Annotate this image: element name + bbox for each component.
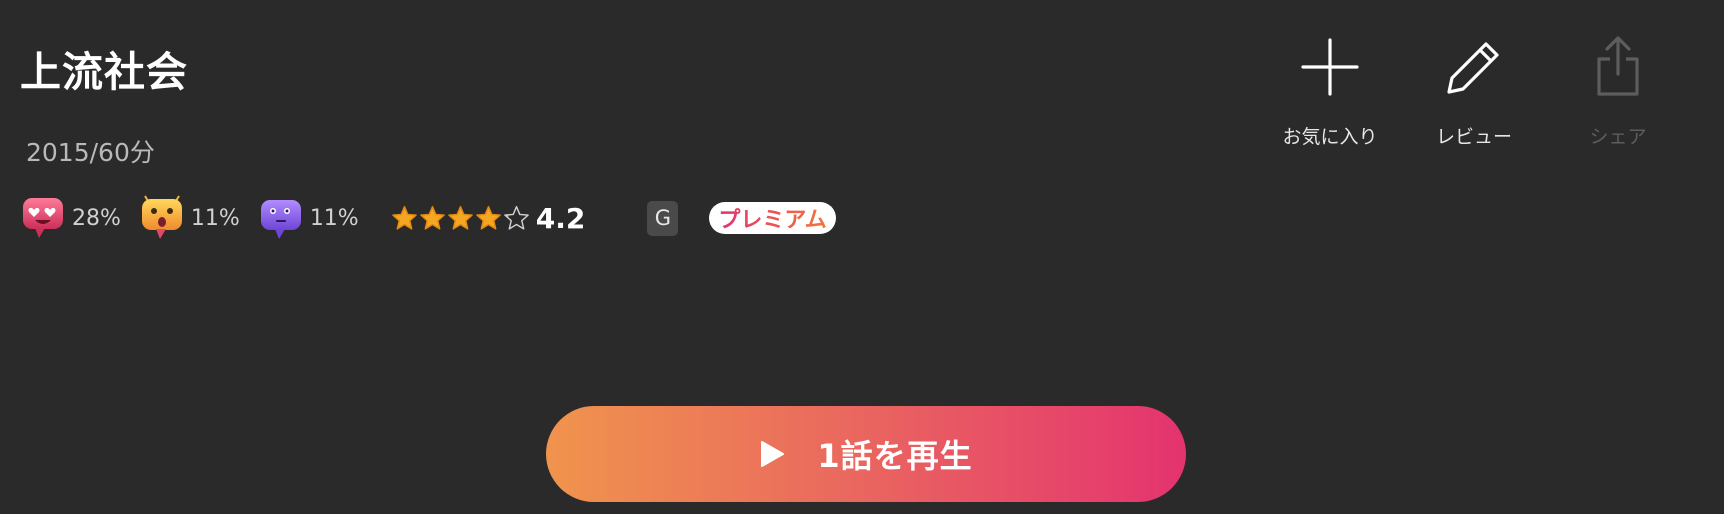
favorite-label: お気に入り <box>1282 126 1378 148</box>
heart-eyes-emoji-icon <box>23 198 63 238</box>
reaction-neutral: 11% <box>258 195 359 241</box>
reaction-stats: 28% 11% 11% 4.2 G プレミアム <box>20 194 836 242</box>
neutral-emoji-icon <box>260 200 301 239</box>
share-icon <box>1597 36 1639 96</box>
surprised-emoji-icon <box>141 195 182 239</box>
star-icon <box>447 205 473 230</box>
play-icon <box>761 441 785 467</box>
star-icon <box>419 205 445 230</box>
reaction-love: 28% <box>20 195 121 241</box>
review-button[interactable]: レビュー <box>1414 32 1534 149</box>
page-title: 上流社会 <box>20 48 188 96</box>
play-episode-button[interactable]: 1話を再生 <box>546 406 1186 502</box>
premium-badge: プレミアム <box>709 202 836 234</box>
review-label: レビュー <box>1435 126 1512 148</box>
plus-icon <box>1301 38 1359 96</box>
star-icon <box>391 205 417 230</box>
star-rating: 4.2 <box>391 201 586 235</box>
rating-stars <box>391 205 531 232</box>
action-bar: お気に入り レビュー シェア <box>1270 32 1678 149</box>
premium-label: プレミアム <box>718 202 826 234</box>
star-icon <box>475 205 501 230</box>
reaction-percent: 11% <box>190 205 240 231</box>
rating-score: 4.2 <box>535 201 586 235</box>
play-button-label: 1話を再生 <box>817 437 973 475</box>
reaction-surprised: 11% <box>139 195 240 241</box>
release-info: 2015/60分 <box>26 138 155 167</box>
favorite-button[interactable]: お気に入り <box>1270 32 1390 149</box>
age-rating-badge: G <box>647 200 679 236</box>
share-button[interactable]: シェア <box>1558 32 1678 149</box>
share-label: シェア <box>1589 126 1647 148</box>
reaction-percent: 28% <box>72 205 121 231</box>
star-icon <box>503 205 529 230</box>
pencil-icon <box>1447 42 1499 94</box>
reaction-percent: 11% <box>309 205 359 231</box>
